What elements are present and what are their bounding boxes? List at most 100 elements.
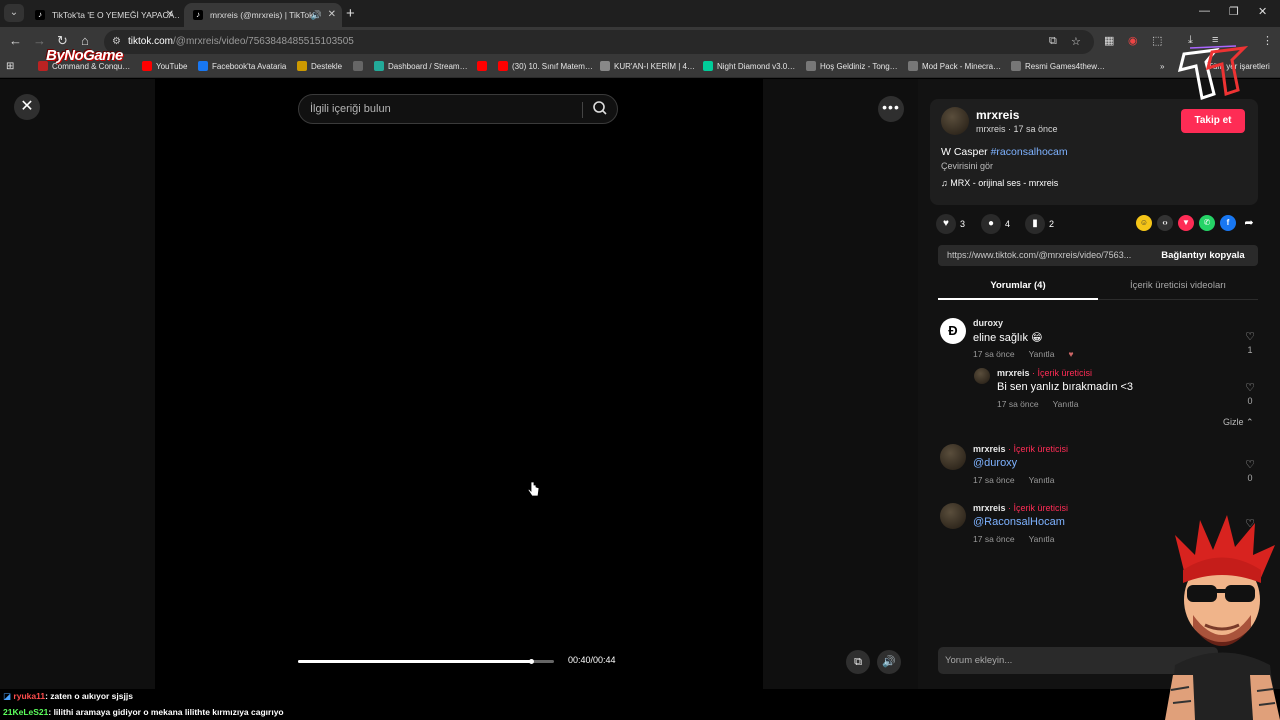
extension-badge-icon[interactable]: ◉ [1128,34,1138,47]
comment-username[interactable]: mrxreis · İçerik üreticisi [973,503,1068,513]
search-icon[interactable] [592,100,608,121]
comment-button[interactable]: ● 4 [981,214,1010,234]
music-note-icon: ♫ [941,178,951,188]
comment-meta: 17 sa önce Yanıtla ♥ [973,349,1074,359]
reply-link[interactable]: Yanıtla [1053,399,1079,409]
close-tab-icon[interactable]: ✕ [328,3,336,27]
send-to-friend-icon[interactable]: ▼ [1178,215,1194,231]
close-video-button[interactable]: ✕ [14,94,40,120]
tab-title: mrxreis (@mrxreis) | TikTok [210,10,314,20]
bookmark-star-icon[interactable]: ☆ [1071,35,1081,48]
comment-like-button[interactable]: ♡0 [1243,458,1257,483]
close-window-icon[interactable]: ✕ [1258,5,1267,18]
bookmark-item[interactable]: KUR'AN-I KERİM | 4… [600,56,695,77]
search-placeholder: İlgili içeriği bulun [310,103,391,115]
url-text: tiktok.com/@mrxreis/video/75638484855151… [128,36,354,47]
author-username[interactable]: mrxreis [976,108,1019,122]
comment-like-button[interactable]: ♡ 1 [1243,330,1257,355]
comment-meta: 17 sa önce Yanıtla [973,534,1055,544]
bynogame-logo: ByNoGame [46,47,123,64]
extension-icon[interactable]: ▦ [1104,34,1114,47]
music-link[interactable]: ♫ MRX - orijinal ses - mrxreis [941,178,1058,188]
coin-share-icon[interactable]: ☺ [1136,215,1152,231]
reply-link[interactable]: Yanıtla [1029,349,1055,359]
avatar[interactable] [940,503,966,529]
apps-icon[interactable]: ⊞ [6,56,14,77]
video-caption: W Casper #raconsalhocam [941,146,1068,158]
bookmark-icon: ▮ [1025,214,1045,234]
reply-link[interactable]: Yanıtla [1029,475,1055,485]
heart-outline-icon: ♡ [1245,382,1255,394]
reply-link[interactable]: Yanıtla [1029,534,1055,544]
avatar[interactable] [974,368,990,384]
tab-creator-videos[interactable]: İçerik üreticisi videoları [1098,276,1258,296]
address-bar[interactable]: ⚙ tiktok.com/@mrxreis/video/756384848551… [104,30,1094,54]
creator-badge: · İçerik üreticisi [1029,368,1093,378]
comment-like-button[interactable]: ♡0 [1243,381,1257,406]
floating-player-icon[interactable]: ⧉ [846,650,870,674]
bookmark-item[interactable]: Destekle [297,56,342,77]
search-input[interactable]: İlgili içeriği bulun [298,94,618,124]
video-time: 00:40/00:44 [568,655,616,665]
bookmark-item[interactable]: (30) 10. Sınıf Matem… [498,56,593,77]
panel-tabs: Yorumlar (4) İçerik üreticisi videoları [938,276,1258,300]
audio-playing-icon[interactable]: 🔊 [311,3,322,27]
bookmark-item[interactable]: YouTube [142,56,187,77]
browser-tab-active[interactable]: ♪ mrxreis (@mrxreis) | TikTok 🔊 ✕ [184,3,342,27]
comment-username[interactable]: duroxy [973,318,1003,328]
follow-button[interactable]: Takip et [1181,109,1245,133]
browser-menu-icon[interactable]: ⋮ [1262,34,1273,47]
tab-title: TikTok'ta 'E O YEMEĞİ YAPACA… [52,10,180,20]
share-link-text[interactable]: https://www.tiktok.com/@mrxreis/video/75… [947,245,1151,266]
tab-comments[interactable]: Yorumlar (4) [938,276,1098,300]
comment-mention[interactable]: @duroxy [973,457,1017,469]
forward-icon[interactable]: → [33,33,46,48]
bookmark-item[interactable]: Hoş Geldiniz - Tong… [806,56,898,77]
chat-badge-icon: ◪ [3,691,14,701]
comment-username[interactable]: mrxreis · İçerik üreticisi [973,444,1068,454]
volume-icon[interactable]: 🔊 [877,650,901,674]
bookmarks-bar: ⊞ Command & Conqu… YouTube Facebook'ta A… [0,56,1280,78]
more-bookmarks-icon[interactable]: » [1160,56,1164,77]
comment-text: Bi sen yanlız bırakmadın <3 [997,381,1134,393]
hide-replies-button[interactable]: Gizle ⌃ [1223,417,1254,428]
see-translation-link[interactable]: Çevirisini gör [941,161,993,171]
tab-search-button[interactable]: ⌄ [4,4,24,22]
share-arrow-icon[interactable]: ➦ [1241,215,1257,231]
back-icon[interactable]: ← [9,33,22,48]
bookmark-item[interactable]: Mod Pack - Minecra… [908,56,1001,77]
streamer-watermark-logo [1177,45,1248,100]
avatar[interactable]: Ð [940,318,966,344]
like-button[interactable]: ♥ 3 [936,214,965,234]
maximize-icon[interactable]: ❐ [1229,5,1239,18]
bookmark-item[interactable]: Night Diamond v3.0… [703,56,795,77]
bookmark-item[interactable]: Dashboard / Stream… [374,56,468,77]
video-progress-bar[interactable] [298,659,554,664]
minimize-icon[interactable]: — [1199,5,1210,17]
comment-meta: 17 sa önce Yanıtla [997,399,1079,409]
copy-link-button[interactable]: Bağlantıyı kopyala [1148,245,1258,266]
site-info-icon[interactable]: ⚙ [112,36,121,47]
home-icon[interactable]: ⌂ [81,33,89,48]
comment-meta: 17 sa önce Yanıtla [973,475,1055,485]
bookmark-item[interactable]: Resmi Games4thew… [1011,56,1105,77]
whatsapp-icon[interactable]: ✆ [1199,215,1215,231]
browser-tab[interactable]: ♪ TikTok'ta 'E O YEMEĞİ YAPACA… ✕ [26,3,180,27]
close-tab-icon[interactable]: ✕ [166,3,174,27]
facebook-icon[interactable]: f [1220,215,1236,231]
comment-username[interactable]: mrxreis · İçerik üreticisi [997,368,1092,378]
video-player[interactable] [155,79,763,689]
save-button[interactable]: ▮ 2 [1025,214,1054,234]
extensions-puzzle-icon[interactable]: ⬚ [1152,34,1162,47]
more-options-button[interactable]: ••• [878,96,904,122]
cast-icon[interactable]: ⧉ [1049,35,1057,48]
comment-mention[interactable]: @RaconsalHocam [973,516,1065,528]
embed-code-icon[interactable]: ‹› [1157,215,1173,231]
avatar[interactable] [940,444,966,470]
avatar[interactable] [941,107,969,135]
comment-placeholder: Yorum ekleyin... [945,655,1013,666]
progress-handle[interactable] [528,659,534,664]
hashtag-link[interactable]: #raconsalhocam [991,146,1068,158]
bookmark-item[interactable]: Facebook'ta Avataria [198,56,286,77]
new-tab-button[interactable]: + [346,5,355,22]
